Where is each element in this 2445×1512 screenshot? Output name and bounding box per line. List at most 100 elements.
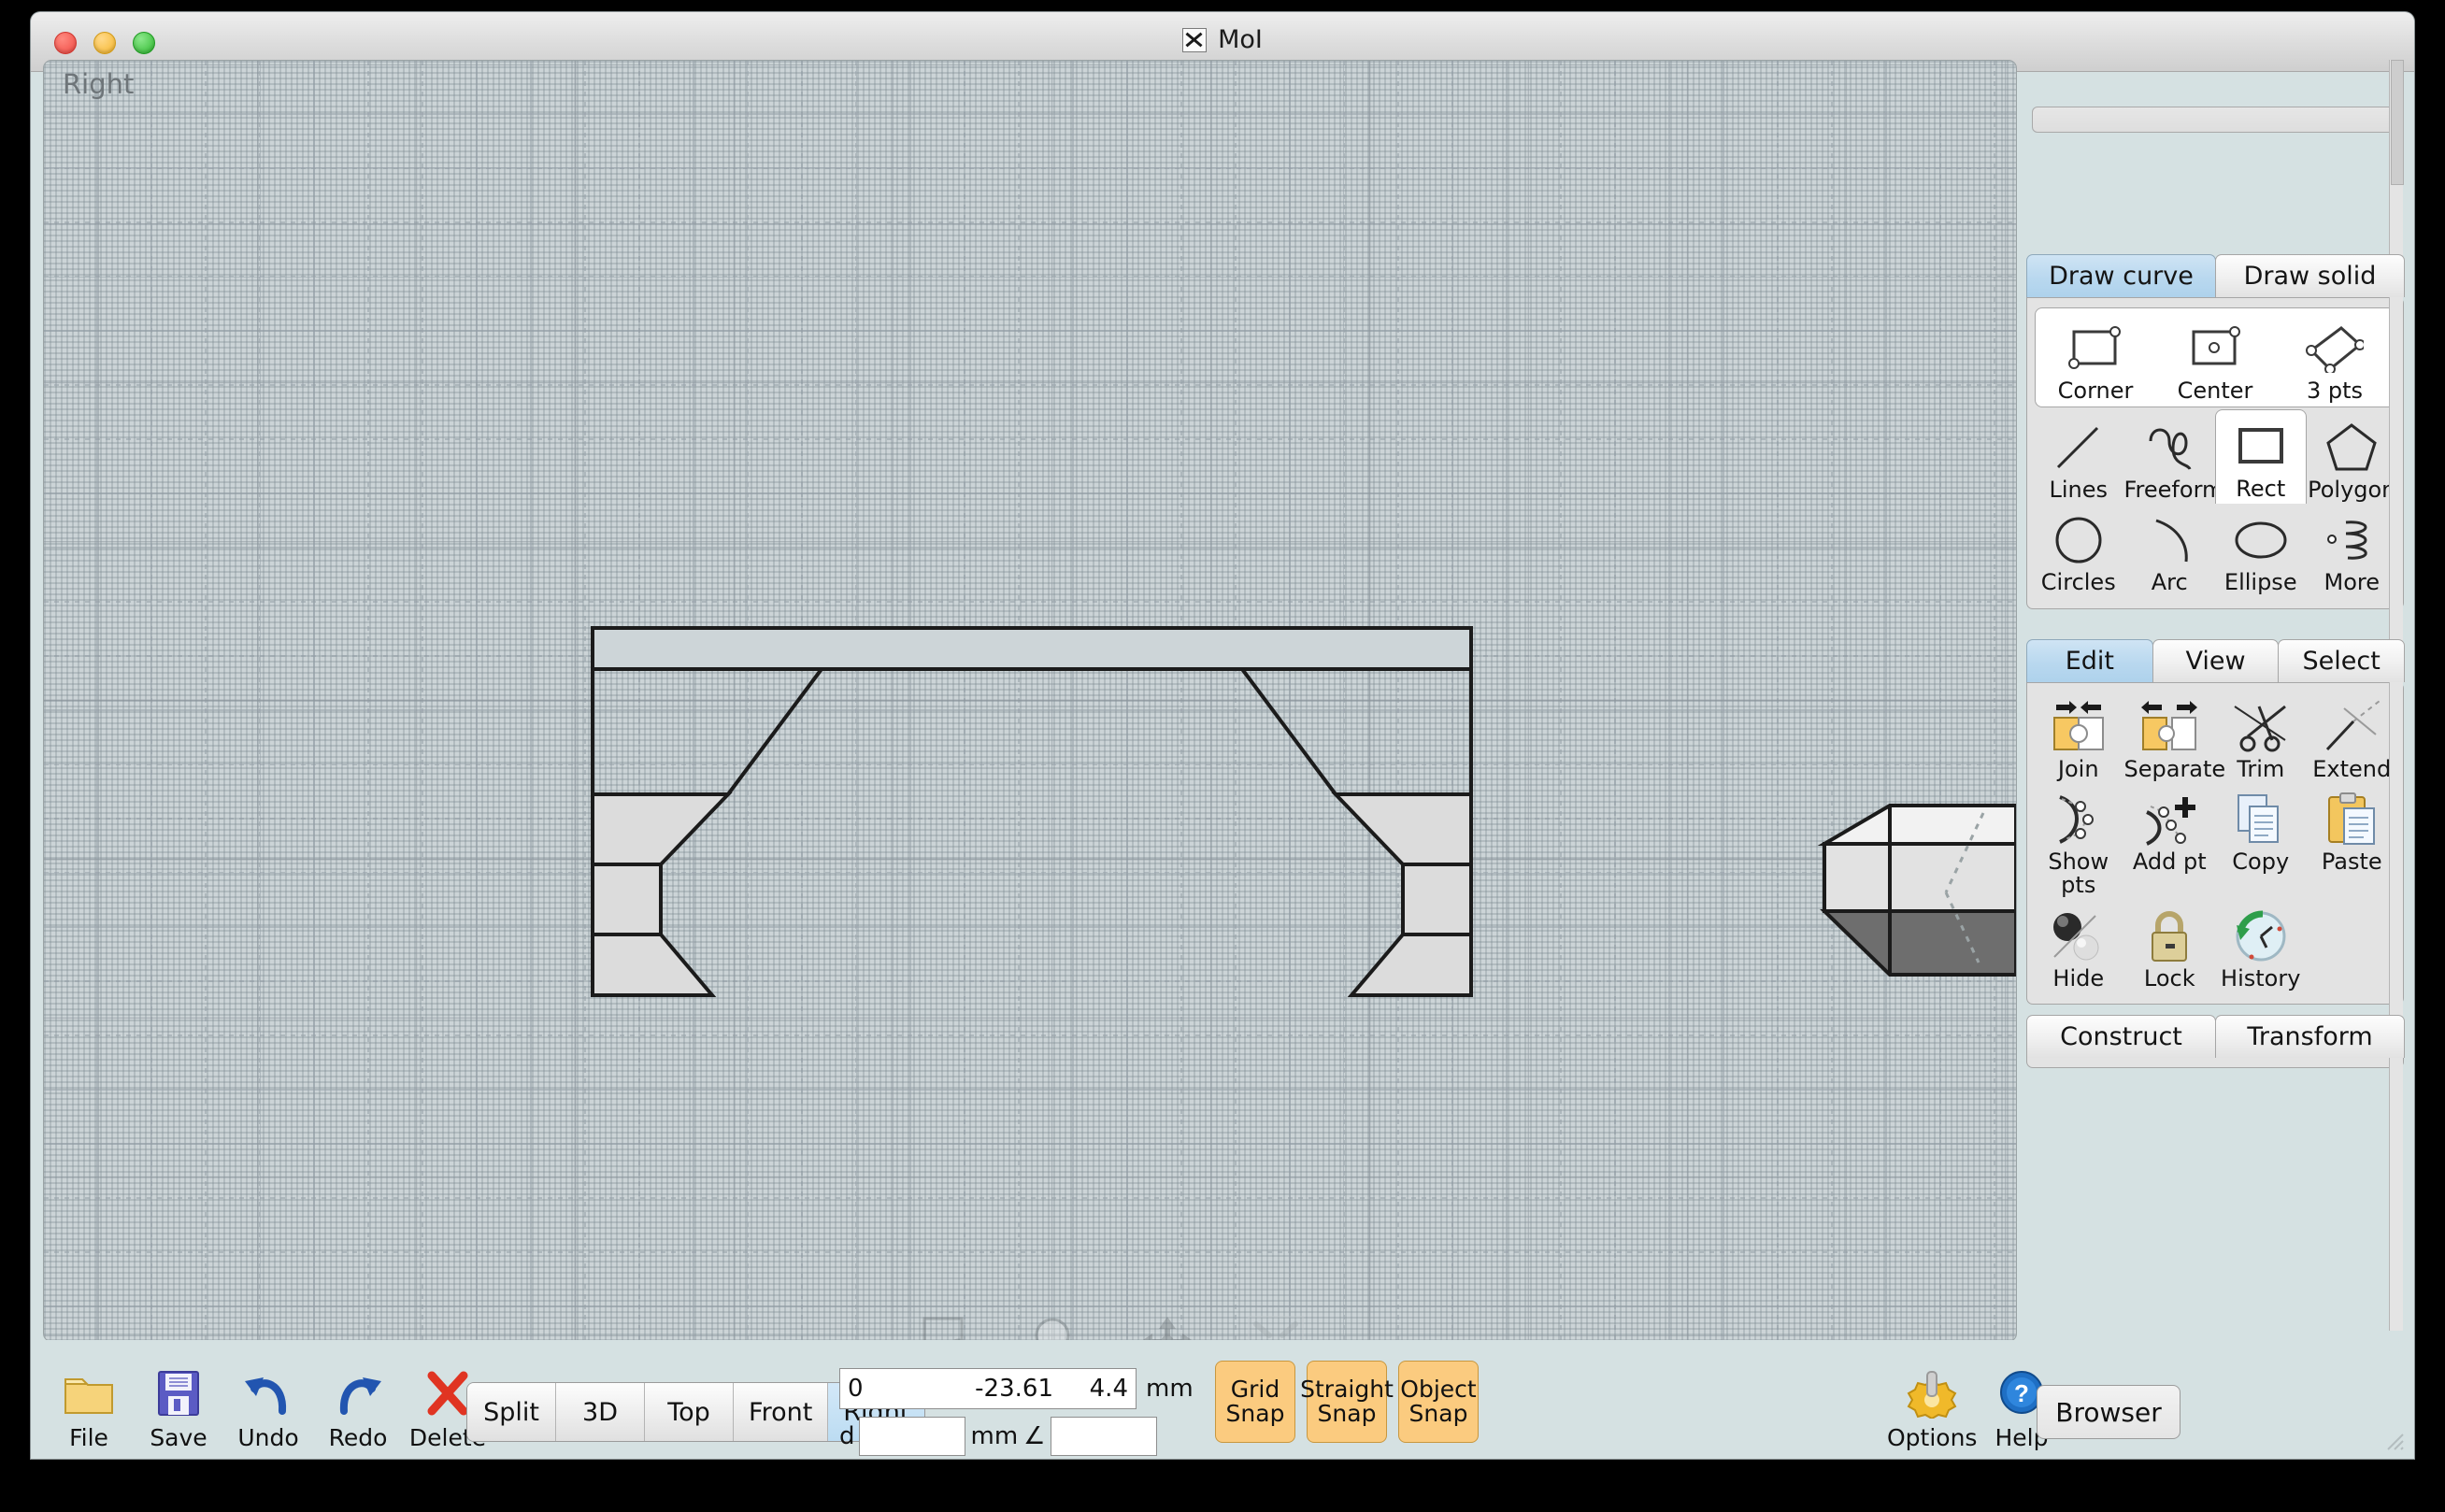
view-top-button[interactable]: Top [645, 1383, 734, 1441]
grid-snap-button[interactable]: Grid Snap [1215, 1361, 1295, 1443]
tool-extend[interactable]: Extend [2307, 691, 2398, 783]
xyz-units-label: mm [1146, 1375, 1194, 1403]
tab-draw-curve[interactable]: Draw curve [2026, 254, 2216, 297]
tool-freeform-label: Freeform [2123, 477, 2224, 504]
options-label: Options [1887, 1424, 1978, 1451]
tool-add-pt[interactable]: Add pt [2124, 783, 2216, 899]
tab-view[interactable]: View [2152, 639, 2280, 682]
nav-reset-button[interactable]: Reset [1238, 1311, 1313, 1341]
tool-corner[interactable]: Corner [2036, 312, 2155, 405]
browser-button[interactable]: Browser [2037, 1385, 2180, 1439]
tool-show-pts[interactable]: Show pts [2033, 783, 2124, 899]
window-title-area: MoI [31, 25, 2414, 54]
tool-arc[interactable]: Arc [2124, 504, 2216, 596]
nav-pan-button[interactable]: Pan [1130, 1311, 1205, 1341]
tool-freeform[interactable]: Freeform [2123, 411, 2224, 504]
panel-scrollbar[interactable] [2389, 60, 2404, 1331]
tool-lock[interactable]: Lock [2124, 900, 2216, 992]
straight-snap-button[interactable]: Straight Snap [1300, 1361, 1394, 1443]
tab-draw-solid[interactable]: Draw solid [2215, 254, 2405, 297]
tool-copy-label: Copy [2232, 849, 2290, 876]
resize-grip-icon[interactable] [2382, 1429, 2407, 1453]
file-button[interactable]: File [44, 1362, 134, 1451]
tool-circles[interactable]: Circles [2033, 504, 2124, 596]
draw-curve-group: Draw curve Draw solid Corner Center 3 pt… [2026, 254, 2405, 609]
construct-transform-tabs: Construct Transform [2026, 1015, 2405, 1058]
coord-y-value: -23.61 [975, 1375, 1053, 1403]
panel-scrollbar-thumb[interactable] [2391, 60, 2404, 185]
angle-input[interactable] [1051, 1417, 1158, 1456]
viewport-nav-controls[interactable]: Area Zoom [913, 1311, 1313, 1341]
tab-view-label: View [2185, 647, 2246, 676]
tab-select[interactable]: Select [2278, 639, 2406, 682]
join-puzzle-icon [2033, 696, 2124, 758]
viewport-right[interactable]: Right [43, 60, 2017, 1342]
command-input[interactable] [2032, 107, 2396, 133]
object-snap-button[interactable]: Object Snap [1398, 1361, 1479, 1443]
rect-options-flyout: Corner Center 3 pts [2035, 307, 2395, 408]
redo-button[interactable]: Redo [313, 1362, 403, 1451]
tool-center[interactable]: Center [2155, 312, 2275, 405]
undo-label: Undo [237, 1424, 299, 1451]
draw-curve-tool-grid: Lines Freeform Rect Polygon Circles Arc … [2033, 409, 2398, 596]
padlock-icon [2124, 906, 2216, 967]
four-arrows-icon [1130, 1311, 1205, 1341]
tool-hide-label: Hide [2052, 964, 2105, 991]
tab-edit-label: Edit [2065, 647, 2114, 676]
browser-label: Browser [2055, 1396, 2162, 1428]
tool-join[interactable]: Join [2033, 691, 2124, 783]
construct-transform-group: Construct Transform [2026, 1015, 2405, 1068]
tool-lines[interactable]: Lines [2033, 411, 2124, 504]
redo-arrow-icon [313, 1362, 403, 1424]
tool-history[interactable]: History [2215, 900, 2307, 992]
separate-puzzle-icon [2124, 696, 2216, 758]
application-window: MoI Right Draw curve Draw solid Corner C… [31, 12, 2414, 1459]
viewport-geometry [591, 626, 2016, 997]
tool-paste[interactable]: Paste [2307, 783, 2398, 899]
tab-transform[interactable]: Transform [2215, 1015, 2405, 1058]
tool-trim[interactable]: Trim [2215, 691, 2307, 783]
window-title: MoI [1218, 25, 1263, 54]
view-front-button[interactable]: Front [734, 1383, 829, 1441]
nav-area-button[interactable]: Area [913, 1311, 988, 1341]
tool-add-pt-label: Add pt [2132, 849, 2207, 876]
svg-text:?: ? [2014, 1379, 2029, 1407]
undo-arrow-icon [223, 1362, 313, 1424]
tool-polygon[interactable]: Polygon [2307, 411, 2398, 504]
tool-trim-label: Trim [2237, 756, 2285, 782]
tool-rect[interactable]: Rect [2215, 409, 2307, 505]
tab-edit[interactable]: Edit [2026, 639, 2153, 682]
tool-arc-label: Arc [2151, 569, 2188, 596]
options-button[interactable]: Options [1887, 1362, 1977, 1451]
rect-corner-icon [2036, 318, 2155, 379]
tab-draw-curve-label: Draw curve [2049, 262, 2194, 291]
view-split-button[interactable]: Split [467, 1383, 556, 1441]
rect-3pts-icon [2275, 318, 2395, 379]
tool-paste-label: Paste [2321, 849, 2382, 876]
coordinate-panel: 0 -23.61 4.4 mm d mm ∠ [839, 1368, 1194, 1456]
draw-tabs: Draw curve Draw solid [2026, 254, 2405, 297]
object-snap-label-2: Snap [1408, 1400, 1468, 1427]
nav-zoom-button[interactable]: Zoom [1022, 1311, 1096, 1341]
xyz-input[interactable]: 0 -23.61 4.4 [839, 1368, 1137, 1409]
tool-circles-label: Circles [2040, 569, 2116, 596]
edit-tools: Join Separate Trim Extend Show pts Add p… [2026, 682, 2404, 1005]
undo-button[interactable]: Undo [223, 1362, 313, 1451]
edit-tool-grid: Join Separate Trim Extend Show pts Add p… [2033, 691, 2397, 992]
gear-icon [1887, 1362, 1977, 1424]
tab-transform-label: Transform [2247, 1022, 2373, 1051]
tab-construct[interactable]: Construct [2026, 1015, 2216, 1058]
tool-separate[interactable]: Separate [2124, 691, 2225, 783]
snap-group: Grid Snap Straight Snap Object Snap [1215, 1361, 1479, 1443]
view-3d-button[interactable]: 3D [556, 1383, 645, 1441]
tool-copy[interactable]: Copy [2215, 783, 2307, 899]
save-button[interactable]: Save [134, 1362, 223, 1451]
tool-hide[interactable]: Hide [2033, 900, 2124, 992]
tool-3pts[interactable]: 3 pts [2275, 312, 2395, 405]
tool-more[interactable]: More [2307, 504, 2398, 596]
tool-ellipse[interactable]: Ellipse [2215, 504, 2307, 596]
xyz-row: 0 -23.61 4.4 mm [839, 1368, 1194, 1409]
x11-app-icon [1182, 27, 1208, 52]
view-split-label: Split [483, 1397, 539, 1427]
distance-input[interactable] [858, 1417, 965, 1456]
